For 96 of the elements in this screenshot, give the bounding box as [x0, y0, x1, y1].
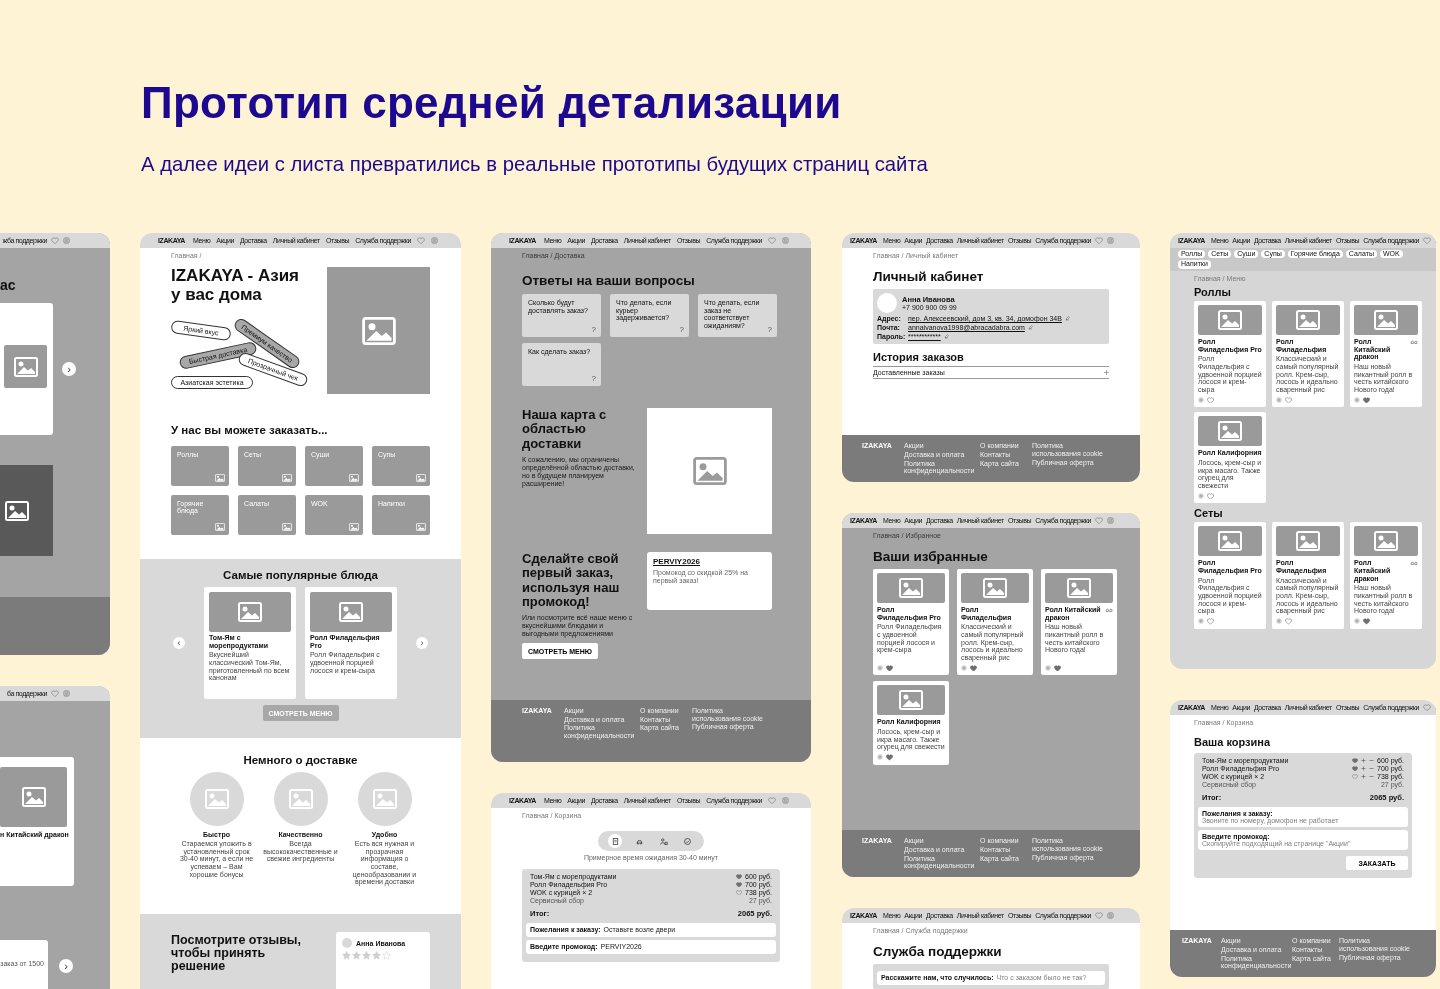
image-icon	[204, 789, 229, 809]
image-icon	[416, 474, 426, 482]
image-icon	[215, 474, 225, 482]
edit-icon[interactable]	[943, 334, 949, 339]
heart-icon[interactable]	[1285, 396, 1292, 404]
section-title: Самые популярные блюда	[223, 569, 378, 581]
add-icon[interactable]	[1276, 618, 1282, 625]
image-icon	[1067, 578, 1091, 598]
heart-icon[interactable]	[1054, 664, 1061, 672]
image-icon	[1374, 531, 1398, 552]
add-icon[interactable]	[1198, 396, 1204, 403]
add-icon[interactable]	[1276, 396, 1282, 403]
heart-icon[interactable]	[886, 664, 893, 672]
image-icon	[288, 789, 313, 809]
user-icon[interactable]	[63, 237, 70, 244]
page-subheading: А далее идеи с листа превратились в реальные прототипы будущих страниц сайта	[141, 153, 928, 176]
next-button[interactable]: ›	[59, 959, 73, 973]
plus-icon[interactable]	[1361, 766, 1366, 772]
heart-icon[interactable]	[1352, 765, 1358, 772]
heart-icon[interactable]	[1352, 757, 1358, 764]
user-icon[interactable]	[782, 797, 790, 804]
page-title: Личный кабинет	[873, 269, 984, 284]
section-title: ас	[0, 277, 16, 293]
image-icon	[349, 474, 359, 482]
image-icon	[899, 690, 923, 711]
add-icon[interactable]	[1198, 618, 1204, 625]
image-icon	[1374, 309, 1398, 330]
image-icon	[5, 500, 29, 521]
add-icon[interactable]	[1354, 396, 1360, 403]
heart-icon[interactable]	[736, 881, 742, 888]
page-title: Служба поддержки	[873, 944, 1002, 959]
section-title: Посмотрите отзывы, чтобы принять решение	[171, 934, 302, 976]
page-title: Ответы на ваши вопросы	[522, 273, 695, 288]
plus-icon[interactable]	[1361, 774, 1366, 780]
add-icon[interactable]	[1045, 665, 1051, 672]
section-title: Роллы	[1194, 285, 1232, 298]
image-icon	[372, 789, 397, 809]
user-icon[interactable]	[1107, 237, 1115, 244]
add-icon[interactable]	[961, 665, 967, 672]
hero-title: IZAKAYA - Азия у вас дома	[171, 267, 300, 305]
user-icon[interactable]	[63, 690, 70, 697]
section-title: История заказов	[873, 351, 965, 364]
avatar-icon	[877, 293, 897, 313]
image-icon	[21, 787, 46, 807]
image-icon	[282, 474, 292, 482]
heart-icon[interactable]	[1207, 618, 1214, 625]
image-icon	[692, 457, 727, 485]
plus-icon[interactable]	[1361, 758, 1366, 764]
image-icon	[349, 523, 359, 531]
user-icon[interactable]	[782, 237, 790, 244]
heart-icon[interactable]	[1363, 618, 1370, 625]
image-icon	[13, 356, 38, 377]
image-icon	[1296, 531, 1320, 552]
image-icon	[1218, 531, 1242, 552]
promo-code: PERVIY2026	[653, 557, 701, 566]
image-icon	[983, 578, 1007, 598]
image-icon	[361, 316, 396, 345]
plus-icon[interactable]	[1104, 370, 1109, 376]
section-title: Сеты	[1194, 507, 1224, 520]
edit-icon[interactable]	[1064, 316, 1070, 321]
add-icon[interactable]	[877, 665, 883, 672]
avatar-icon	[342, 938, 353, 948]
heart-icon[interactable]	[970, 664, 977, 672]
image-icon	[282, 523, 292, 531]
add-icon[interactable]	[1354, 618, 1360, 625]
image-icon	[1296, 309, 1320, 330]
user-icon[interactable]	[1107, 912, 1115, 919]
heart-icon[interactable]	[1285, 618, 1292, 625]
heart-icon[interactable]	[886, 754, 893, 761]
page-heading: Прототип средней детализации	[141, 78, 842, 128]
user-icon[interactable]	[1107, 517, 1115, 524]
page-title: Ваши избранные	[873, 549, 988, 564]
previous-button[interactable]: ‹	[173, 637, 185, 649]
image-icon	[339, 602, 363, 622]
image-icon	[238, 602, 262, 622]
user-icon[interactable]	[431, 237, 439, 244]
heart-icon[interactable]	[1207, 396, 1214, 404]
section-title: Наша карта с областью доставки	[522, 408, 608, 451]
heart-icon[interactable]	[1363, 396, 1370, 404]
next-button[interactable]: ›	[62, 362, 76, 376]
image-icon	[416, 523, 426, 531]
image-icon	[899, 578, 923, 598]
add-icon[interactable]	[877, 754, 883, 761]
image-icon	[1218, 309, 1242, 330]
section-title: У нас вы можете заказать...	[171, 424, 328, 436]
page-title: Ваша корзина	[1194, 736, 1272, 749]
heart-icon[interactable]	[1207, 492, 1214, 500]
step-icon[interactable]	[608, 834, 622, 848]
add-icon[interactable]	[1198, 492, 1204, 499]
edit-icon[interactable]	[1027, 325, 1033, 330]
image-icon	[1218, 421, 1242, 442]
image-icon	[215, 523, 225, 531]
heart-icon[interactable]	[736, 873, 742, 880]
section-title: Сделайте свой первый заказ, используя наш промокод!	[522, 552, 621, 610]
next-button[interactable]: ›	[416, 637, 428, 649]
section-title: Немного о доставке	[243, 754, 358, 766]
